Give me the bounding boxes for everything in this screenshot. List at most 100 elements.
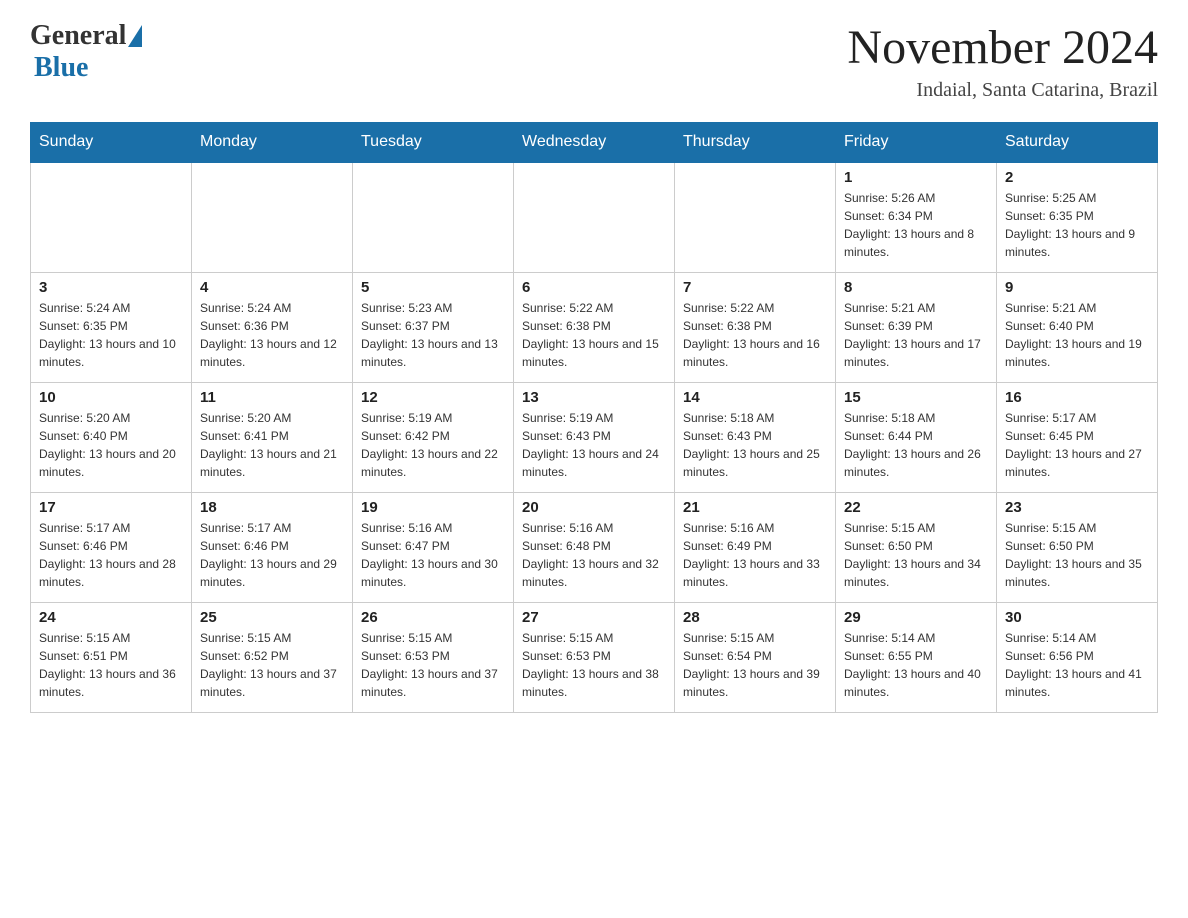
calendar-week-3: 10 Sunrise: 5:20 AM Sunset: 6:40 PM Dayli… bbox=[31, 382, 1158, 492]
calendar-week-1: 1Sunrise: 5:26 AM Sunset: 6:34 PM Daylig… bbox=[31, 162, 1158, 272]
day-number: 12 bbox=[361, 389, 505, 406]
day-info: Sunrise: 5:19 AM Sunset: 6:42 PM Dayligh… bbox=[361, 409, 505, 481]
day-info: Sunrise: 5:15 AM Sunset: 6:50 PM Dayligh… bbox=[1005, 519, 1149, 591]
calendar-cell: 29 Sunrise: 5:14 AM Sunset: 6:55 PM Dayli… bbox=[836, 602, 997, 712]
weekday-header-monday: Monday bbox=[192, 123, 353, 163]
day-number: 2 bbox=[1005, 169, 1149, 186]
day-number: 25 bbox=[200, 609, 344, 626]
day-number: 8 bbox=[844, 279, 988, 296]
calendar-cell: 7 Sunrise: 5:22 AM Sunset: 6:38 PM Daylig… bbox=[675, 272, 836, 382]
day-number: 7 bbox=[683, 279, 827, 296]
day-number: 23 bbox=[1005, 499, 1149, 516]
day-number: 11 bbox=[200, 389, 344, 406]
day-info: Sunrise: 5:17 AM Sunset: 6:46 PM Dayligh… bbox=[200, 519, 344, 591]
calendar-cell bbox=[353, 162, 514, 272]
day-info: Sunrise: 5:18 AM Sunset: 6:44 PM Dayligh… bbox=[844, 409, 988, 481]
day-info: Sunrise: 5:21 AM Sunset: 6:40 PM Dayligh… bbox=[1005, 299, 1149, 371]
weekday-header-sunday: Sunday bbox=[31, 123, 192, 163]
day-number: 20 bbox=[522, 499, 666, 516]
day-number: 19 bbox=[361, 499, 505, 516]
day-number: 10 bbox=[39, 389, 183, 406]
day-info: Sunrise: 5:16 AM Sunset: 6:48 PM Dayligh… bbox=[522, 519, 666, 591]
calendar-cell: 9 Sunrise: 5:21 AM Sunset: 6:40 PM Daylig… bbox=[997, 272, 1158, 382]
day-info: Sunrise: 5:18 AM Sunset: 6:43 PM Dayligh… bbox=[683, 409, 827, 481]
calendar-cell bbox=[675, 162, 836, 272]
calendar-week-4: 17 Sunrise: 5:17 AM Sunset: 6:46 PM Dayli… bbox=[31, 492, 1158, 602]
calendar-cell: 19 Sunrise: 5:16 AM Sunset: 6:47 PM Dayli… bbox=[353, 492, 514, 602]
calendar-cell: 28 Sunrise: 5:15 AM Sunset: 6:54 PM Dayli… bbox=[675, 602, 836, 712]
calendar-cell: 8 Sunrise: 5:21 AM Sunset: 6:39 PM Daylig… bbox=[836, 272, 997, 382]
page-header: General Blue November 2024 Indaial, Sant… bbox=[30, 20, 1158, 102]
calendar-cell: 5 Sunrise: 5:23 AM Sunset: 6:37 PM Daylig… bbox=[353, 272, 514, 382]
day-info: Sunrise: 5:23 AM Sunset: 6:37 PM Dayligh… bbox=[361, 299, 505, 371]
day-info: Sunrise: 5:16 AM Sunset: 6:47 PM Dayligh… bbox=[361, 519, 505, 591]
calendar-cell: 4 Sunrise: 5:24 AM Sunset: 6:36 PM Daylig… bbox=[192, 272, 353, 382]
calendar-cell: 16Sunrise: 5:17 AM Sunset: 6:45 PM Dayli… bbox=[997, 382, 1158, 492]
calendar-cell bbox=[514, 162, 675, 272]
day-number: 24 bbox=[39, 609, 183, 626]
calendar-cell: 15 Sunrise: 5:18 AM Sunset: 6:44 PM Dayli… bbox=[836, 382, 997, 492]
calendar-cell: 24 Sunrise: 5:15 AM Sunset: 6:51 PM Dayli… bbox=[31, 602, 192, 712]
day-info: Sunrise: 5:15 AM Sunset: 6:52 PM Dayligh… bbox=[200, 629, 344, 701]
weekday-header-row: SundayMondayTuesdayWednesdayThursdayFrid… bbox=[31, 123, 1158, 163]
day-number: 22 bbox=[844, 499, 988, 516]
day-info: Sunrise: 5:22 AM Sunset: 6:38 PM Dayligh… bbox=[683, 299, 827, 371]
weekday-header-wednesday: Wednesday bbox=[514, 123, 675, 163]
calendar-cell bbox=[31, 162, 192, 272]
calendar-cell: 22 Sunrise: 5:15 AM Sunset: 6:50 PM Dayli… bbox=[836, 492, 997, 602]
location: Indaial, Santa Catarina, Brazil bbox=[847, 79, 1158, 102]
weekday-header-thursday: Thursday bbox=[675, 123, 836, 163]
calendar-cell: 1Sunrise: 5:26 AM Sunset: 6:34 PM Daylig… bbox=[836, 162, 997, 272]
calendar-cell: 25 Sunrise: 5:15 AM Sunset: 6:52 PM Dayli… bbox=[192, 602, 353, 712]
day-info: Sunrise: 5:25 AM Sunset: 6:35 PM Dayligh… bbox=[1005, 189, 1149, 261]
calendar-cell: 3Sunrise: 5:24 AM Sunset: 6:35 PM Daylig… bbox=[31, 272, 192, 382]
day-info: Sunrise: 5:16 AM Sunset: 6:49 PM Dayligh… bbox=[683, 519, 827, 591]
day-number: 29 bbox=[844, 609, 988, 626]
day-info: Sunrise: 5:24 AM Sunset: 6:36 PM Dayligh… bbox=[200, 299, 344, 371]
calendar-cell: 30Sunrise: 5:14 AM Sunset: 6:56 PM Dayli… bbox=[997, 602, 1158, 712]
weekday-header-tuesday: Tuesday bbox=[353, 123, 514, 163]
day-number: 4 bbox=[200, 279, 344, 296]
logo-triangle-icon bbox=[128, 25, 142, 47]
calendar-cell: 14 Sunrise: 5:18 AM Sunset: 6:43 PM Dayli… bbox=[675, 382, 836, 492]
day-info: Sunrise: 5:20 AM Sunset: 6:41 PM Dayligh… bbox=[200, 409, 344, 481]
calendar-cell: 12 Sunrise: 5:19 AM Sunset: 6:42 PM Dayli… bbox=[353, 382, 514, 492]
day-number: 28 bbox=[683, 609, 827, 626]
day-number: 27 bbox=[522, 609, 666, 626]
calendar-cell: 17Sunrise: 5:17 AM Sunset: 6:46 PM Dayli… bbox=[31, 492, 192, 602]
day-number: 18 bbox=[200, 499, 344, 516]
day-number: 6 bbox=[522, 279, 666, 296]
logo: General Blue bbox=[30, 20, 142, 84]
day-info: Sunrise: 5:19 AM Sunset: 6:43 PM Dayligh… bbox=[522, 409, 666, 481]
day-info: Sunrise: 5:20 AM Sunset: 6:40 PM Dayligh… bbox=[39, 409, 183, 481]
calendar-week-5: 24 Sunrise: 5:15 AM Sunset: 6:51 PM Dayli… bbox=[31, 602, 1158, 712]
title-area: November 2024 Indaial, Santa Catarina, B… bbox=[847, 20, 1158, 102]
calendar-cell: 23 Sunrise: 5:15 AM Sunset: 6:50 PM Dayli… bbox=[997, 492, 1158, 602]
day-number: 15 bbox=[844, 389, 988, 406]
day-info: Sunrise: 5:14 AM Sunset: 6:56 PM Dayligh… bbox=[1005, 629, 1149, 701]
day-number: 5 bbox=[361, 279, 505, 296]
day-number: 14 bbox=[683, 389, 827, 406]
calendar-cell: 27 Sunrise: 5:15 AM Sunset: 6:53 PM Dayli… bbox=[514, 602, 675, 712]
day-info: Sunrise: 5:15 AM Sunset: 6:51 PM Dayligh… bbox=[39, 629, 183, 701]
day-number: 17 bbox=[39, 499, 183, 516]
calendar-cell bbox=[192, 162, 353, 272]
day-info: Sunrise: 5:26 AM Sunset: 6:34 PM Dayligh… bbox=[844, 189, 988, 261]
weekday-header-friday: Friday bbox=[836, 123, 997, 163]
day-info: Sunrise: 5:22 AM Sunset: 6:38 PM Dayligh… bbox=[522, 299, 666, 371]
logo-blue-text: Blue bbox=[34, 52, 88, 84]
day-info: Sunrise: 5:15 AM Sunset: 6:53 PM Dayligh… bbox=[522, 629, 666, 701]
calendar-week-2: 3Sunrise: 5:24 AM Sunset: 6:35 PM Daylig… bbox=[31, 272, 1158, 382]
calendar-cell: 10 Sunrise: 5:20 AM Sunset: 6:40 PM Dayli… bbox=[31, 382, 192, 492]
day-info: Sunrise: 5:15 AM Sunset: 6:54 PM Dayligh… bbox=[683, 629, 827, 701]
calendar-cell: 11 Sunrise: 5:20 AM Sunset: 6:41 PM Dayli… bbox=[192, 382, 353, 492]
day-info: Sunrise: 5:15 AM Sunset: 6:50 PM Dayligh… bbox=[844, 519, 988, 591]
month-title: November 2024 bbox=[847, 20, 1158, 75]
day-number: 3 bbox=[39, 279, 183, 296]
day-info: Sunrise: 5:21 AM Sunset: 6:39 PM Dayligh… bbox=[844, 299, 988, 371]
day-info: Sunrise: 5:14 AM Sunset: 6:55 PM Dayligh… bbox=[844, 629, 988, 701]
calendar-cell: 20 Sunrise: 5:16 AM Sunset: 6:48 PM Dayli… bbox=[514, 492, 675, 602]
weekday-header-saturday: Saturday bbox=[997, 123, 1158, 163]
day-number: 26 bbox=[361, 609, 505, 626]
day-number: 9 bbox=[1005, 279, 1149, 296]
